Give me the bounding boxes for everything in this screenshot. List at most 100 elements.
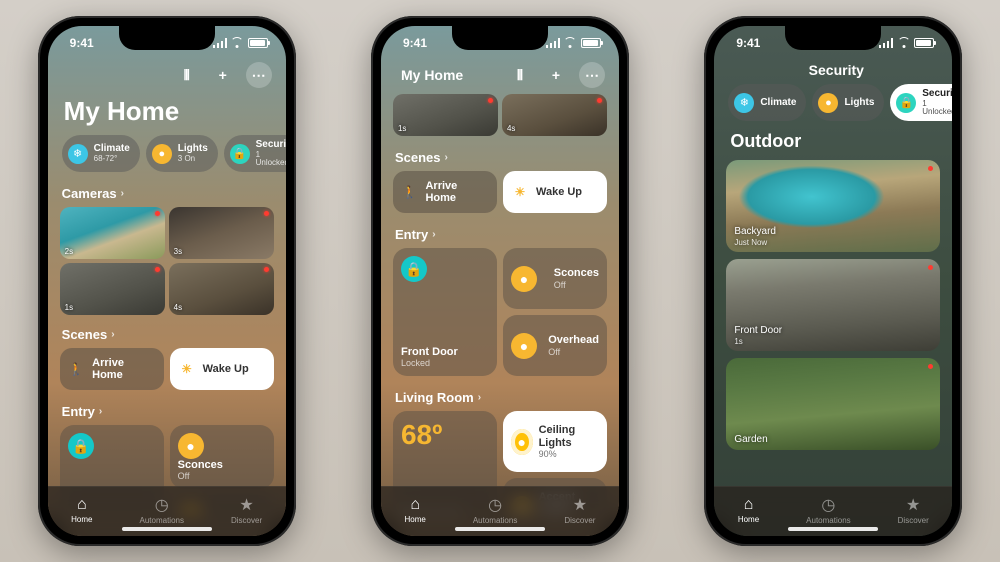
phone-left: 9:41 ⦀ + ⋯ My Home ❄ Climate68-72° ● Lig: [38, 16, 296, 546]
notch: [119, 26, 215, 50]
camera-thumb[interactable]: 1s: [393, 94, 498, 136]
walk-icon: 🚶: [401, 183, 418, 201]
camera-thumb[interactable]: 3s: [169, 207, 274, 259]
live-dot-icon: [597, 98, 602, 103]
house-icon: ⌂: [744, 496, 754, 514]
tile-ceiling-lights[interactable]: ● Ceiling Lights 90%: [503, 411, 607, 472]
live-dot-icon: [928, 364, 933, 369]
scene-label: Wake Up: [203, 363, 249, 375]
home-indicator[interactable]: [455, 527, 545, 531]
camera-name: Front Door: [734, 325, 782, 336]
section-entry[interactable]: Entry ›: [60, 400, 274, 425]
tab-discover[interactable]: ★Discover: [898, 495, 929, 525]
camera-front-door[interactable]: Front Door1s: [726, 259, 940, 351]
scene-arrive-home[interactable]: 🚶 Arrive Home: [60, 348, 164, 390]
camera-name: Backyard: [734, 226, 776, 237]
tab-discover[interactable]: ★Discover: [564, 495, 595, 525]
chip-security[interactable]: 🔒 Security1 Unlocked: [890, 84, 952, 121]
tile-status: Off: [178, 471, 266, 481]
category-chips: ❄ Climate68-72° ● Lights3 On 🔒 Security1…: [60, 135, 274, 182]
chip-climate[interactable]: ❄ Climate68-72°: [62, 135, 140, 172]
scene-label: Wake Up: [536, 186, 582, 198]
snowflake-icon: ❄: [734, 93, 754, 113]
tile-overhead[interactable]: ● Overhead Off: [503, 315, 607, 376]
tab-automations[interactable]: ◷Automations: [140, 495, 184, 525]
chip-status: 68-72°: [94, 155, 130, 163]
camera-time: 1s: [65, 303, 73, 312]
section-label: Entry: [62, 404, 95, 419]
chevron-right-icon: ›: [111, 329, 114, 340]
tab-label: Home: [71, 515, 92, 524]
chip-label: Lights: [178, 144, 208, 154]
camera-thumb[interactable]: 4s: [502, 94, 607, 136]
camera-status: 1s: [734, 337, 782, 346]
live-dot-icon: [155, 211, 160, 216]
tile-sconces[interactable]: ● Sconces Off: [503, 248, 607, 309]
scene-wake-up[interactable]: ☀ Wake Up: [503, 171, 607, 213]
house-icon: ⌂: [77, 496, 87, 514]
camera-time: 4s: [174, 303, 182, 312]
section-entry[interactable]: Entry ›: [393, 223, 607, 248]
camera-thumb[interactable]: 4s: [169, 263, 274, 315]
home-indicator[interactable]: [788, 527, 878, 531]
chip-lights[interactable]: ● Lights3 On: [146, 135, 218, 172]
tile-name: Front Door: [401, 346, 489, 358]
section-scenes[interactable]: Scenes ›: [60, 323, 274, 348]
live-dot-icon: [264, 267, 269, 272]
add-icon[interactable]: +: [210, 62, 236, 88]
scene-arrive-home[interactable]: 🚶 Arrive Home: [393, 171, 497, 213]
tab-home[interactable]: ⌂Home: [71, 496, 92, 524]
clock-icon: ◷: [155, 495, 169, 515]
battery-icon: [248, 38, 268, 48]
tab-automations[interactable]: ◷Automations: [473, 495, 517, 525]
intercom-icon[interactable]: ⦀: [507, 62, 533, 88]
camera-grid: 2s 3s 1s 4s: [60, 207, 274, 315]
tab-home[interactable]: ⌂Home: [404, 496, 425, 524]
scene-label: Arrive Home: [425, 180, 489, 204]
home-indicator[interactable]: [122, 527, 212, 531]
camera-status: Just Now: [734, 238, 776, 247]
camera-thumb[interactable]: 1s: [60, 263, 165, 315]
star-icon: ★: [239, 495, 253, 515]
section-label: Scenes: [395, 150, 441, 165]
chevron-right-icon: ›: [432, 229, 435, 240]
bulb-icon: ●: [178, 433, 204, 459]
tab-discover[interactable]: ★Discover: [231, 495, 262, 525]
section-scenes[interactable]: Scenes ›: [393, 146, 607, 171]
sunrise-icon: ☀: [178, 360, 196, 378]
intercom-icon[interactable]: ⦀: [174, 62, 200, 88]
camera-time: 3s: [174, 247, 182, 256]
section-living-room[interactable]: Living Room ›: [393, 386, 607, 411]
section-cameras[interactable]: Cameras ›: [60, 182, 274, 207]
sunrise-icon: ☀: [511, 183, 529, 201]
more-icon[interactable]: ⋯: [246, 62, 272, 88]
add-icon[interactable]: +: [543, 62, 569, 88]
house-icon: ⌂: [410, 496, 420, 514]
tile-name: Overhead: [548, 334, 599, 346]
camera-thumb[interactable]: 2s: [60, 207, 165, 259]
tab-label: Discover: [564, 516, 595, 525]
camera-garden[interactable]: Garden: [726, 358, 940, 450]
tile-front-door[interactable]: 🔒 Front Door Locked: [393, 248, 497, 376]
status-time: 9:41: [403, 36, 427, 50]
chip-security[interactable]: 🔒 Security1 Unlocked: [224, 135, 286, 172]
section-outdoor: Outdoor: [726, 131, 940, 160]
chip-climate[interactable]: ❄ Climate: [728, 84, 806, 121]
live-dot-icon: [264, 211, 269, 216]
more-icon[interactable]: ⋯: [579, 62, 605, 88]
scene-label: Arrive Home: [92, 357, 156, 381]
tile-sconces[interactable]: ● Sconces Off: [170, 425, 274, 489]
star-icon: ★: [573, 495, 587, 515]
tab-automations[interactable]: ◷Automations: [806, 495, 850, 525]
chip-lights[interactable]: ● Lights: [812, 84, 884, 121]
camera-time: 2s: [65, 247, 73, 256]
camera-backyard[interactable]: BackyardJust Now: [726, 160, 940, 252]
top-toolbar: My Home ⦀ + ⋯: [381, 60, 619, 94]
lock-icon: 🔒: [68, 433, 94, 459]
lock-icon: 🔒: [230, 144, 250, 164]
scene-wake-up[interactable]: ☀ Wake Up: [170, 348, 274, 390]
phone-center: 9:41 My Home ⦀ + ⋯ 1s 4s Scenes ›: [371, 16, 629, 546]
notch: [452, 26, 548, 50]
signal-icon: [213, 38, 227, 48]
tab-home[interactable]: ⌂Home: [738, 496, 759, 524]
